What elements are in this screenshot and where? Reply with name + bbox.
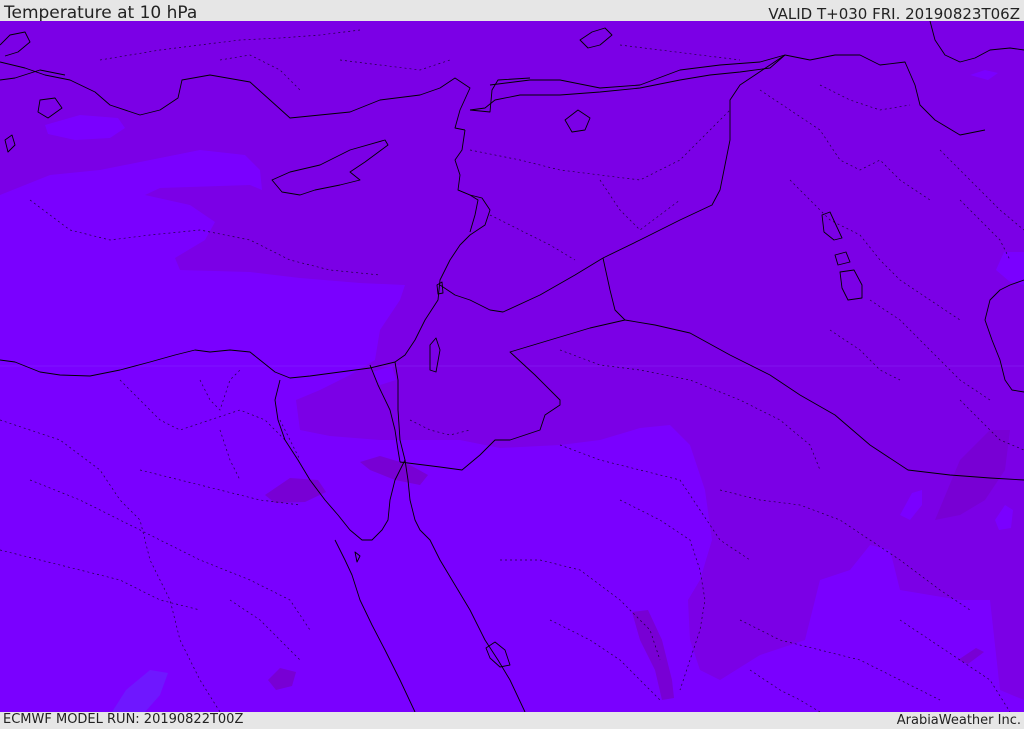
map-canvas [0,21,1024,712]
map-page: Temperature at 10 hPa VALID T+030 FRI. 2… [0,0,1024,729]
map-title: Temperature at 10 hPa [4,3,198,23]
temperature-map [0,21,1024,712]
header-bar: Temperature at 10 hPa VALID T+030 FRI. 2… [0,0,1024,23]
model-run-label: ECMWF MODEL RUN: 20190822T00Z [3,712,244,727]
provider-credit: ArabiaWeather Inc. [896,713,1021,728]
footer-bar: ECMWF MODEL RUN: 20190822T00Z ArabiaWeat… [0,712,1024,729]
